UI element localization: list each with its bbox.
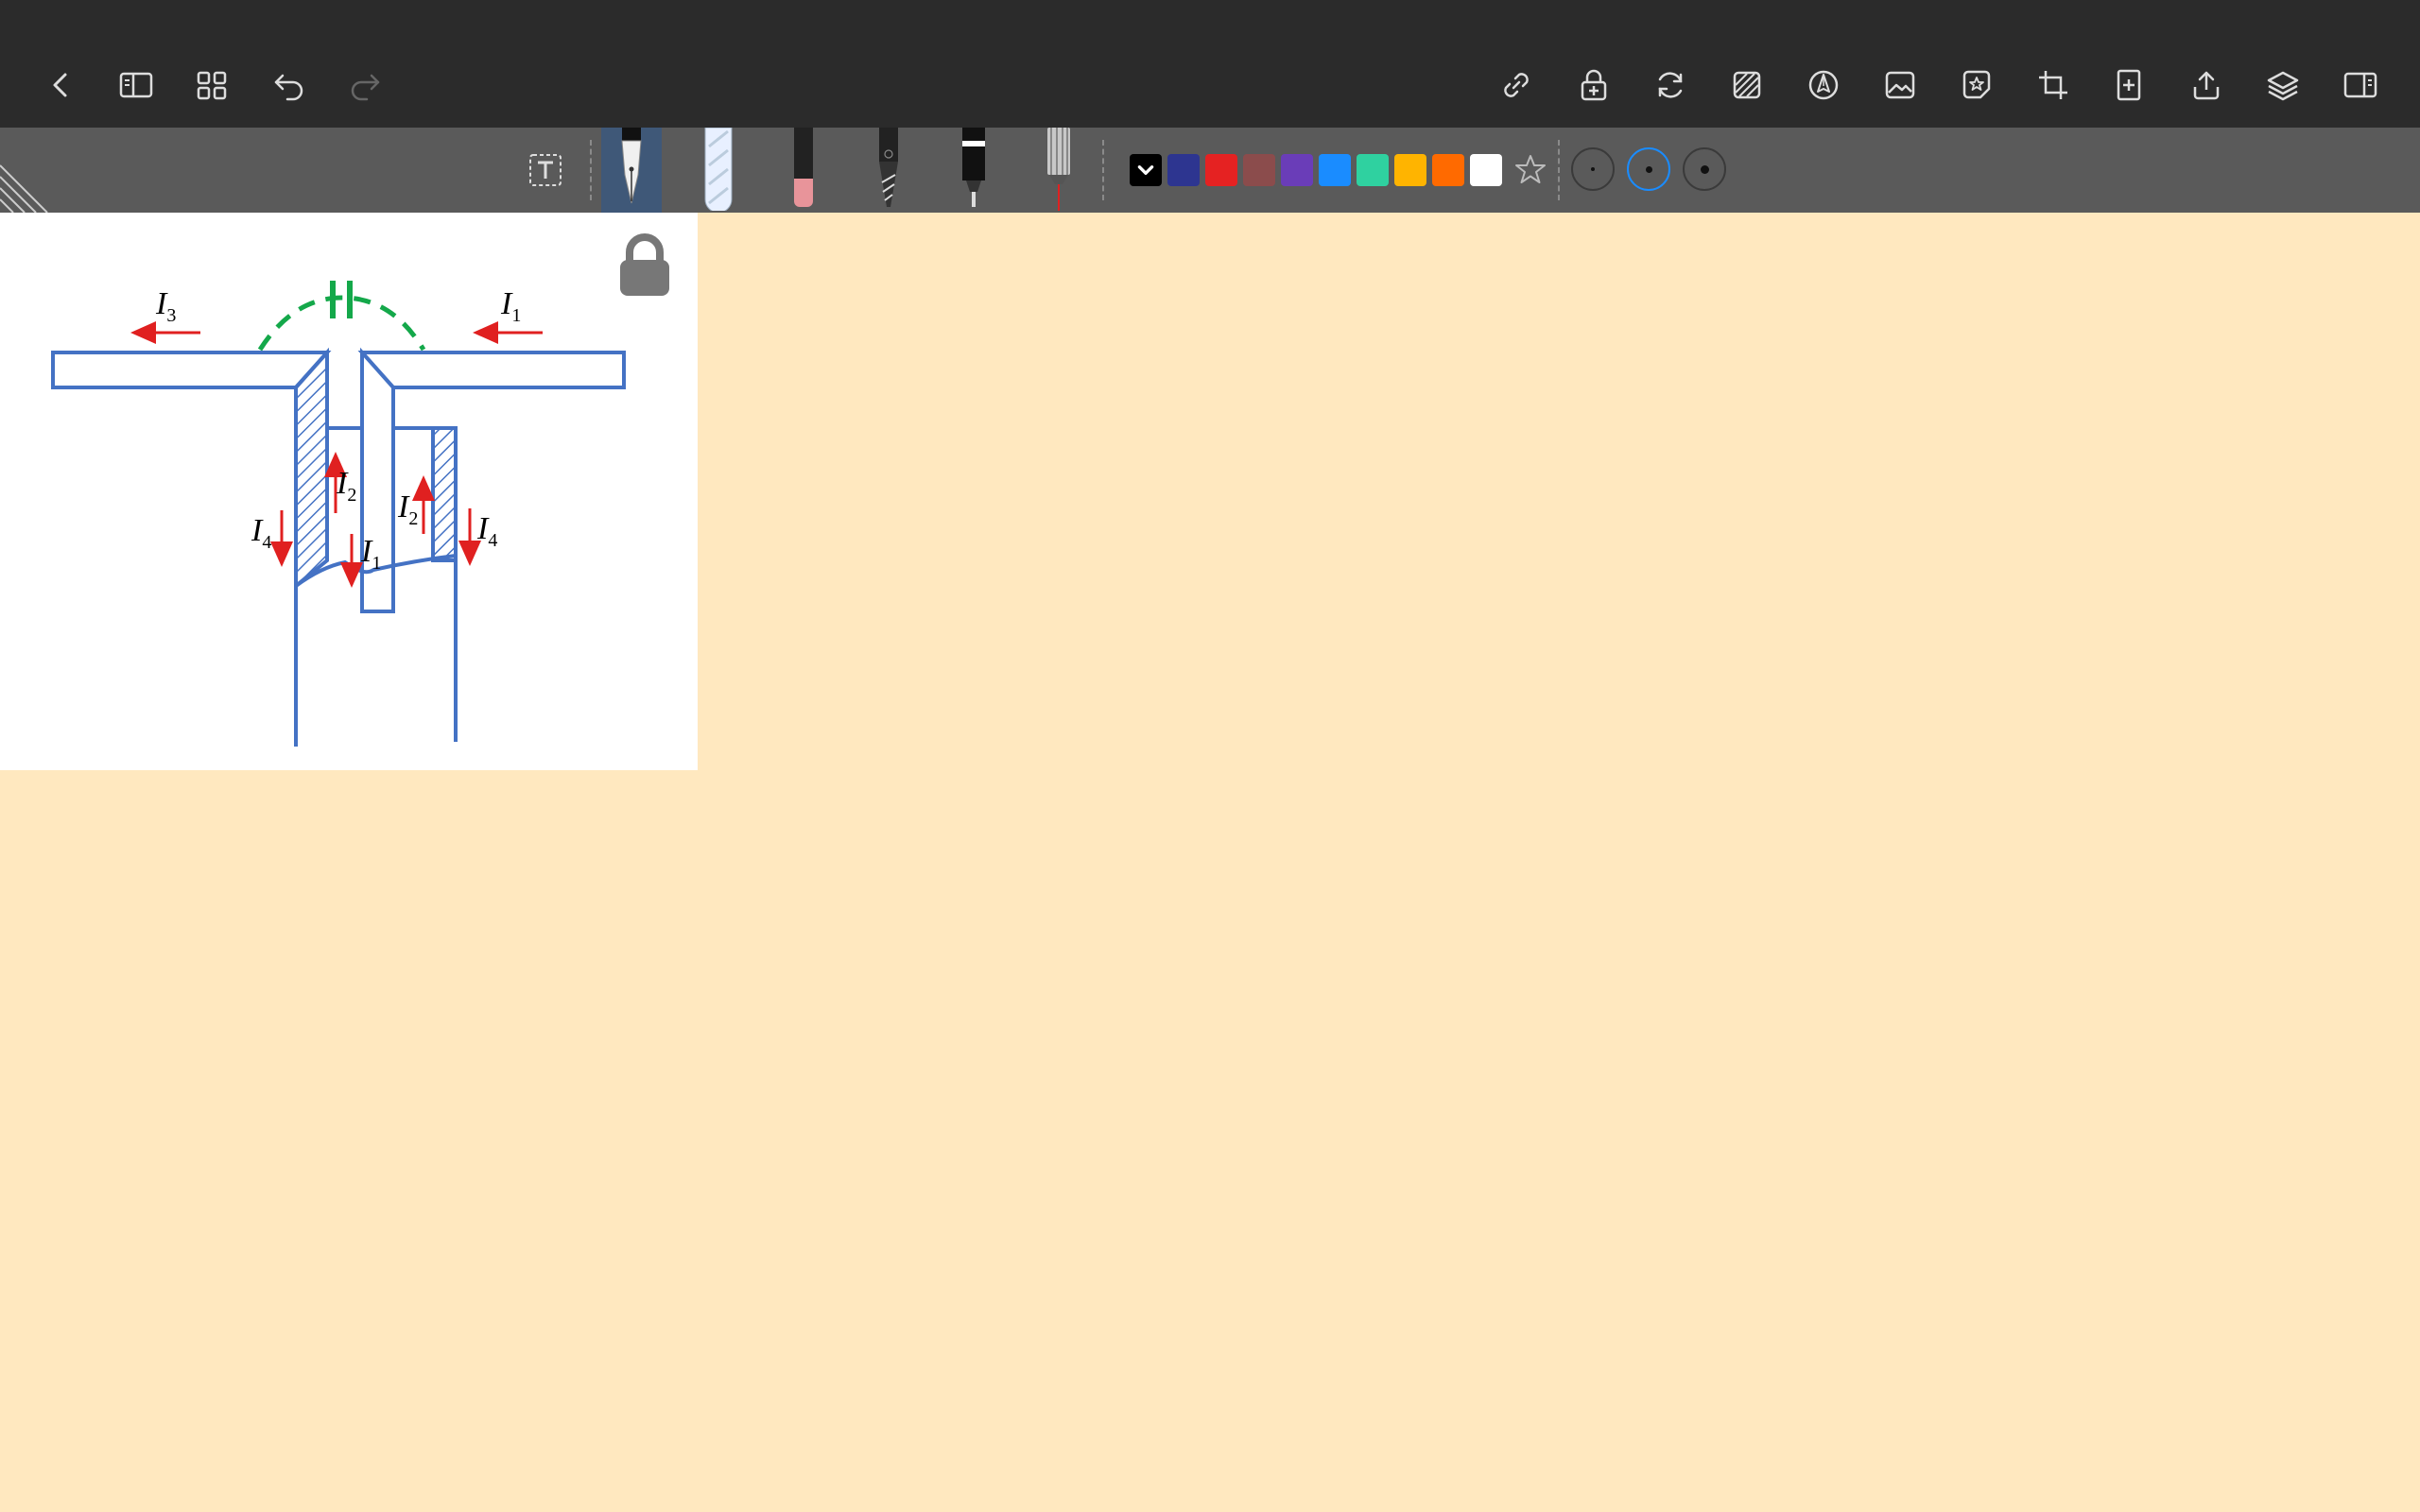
top-bar [0,0,2420,128]
crop-icon [2039,71,2067,99]
grid-button[interactable] [183,57,240,113]
chevron-left-icon [53,73,67,97]
size-dot [1591,167,1595,171]
highlighter-icon [704,128,733,211]
sidebar-left-icon [119,72,153,98]
layers-icon [2267,71,2299,101]
rotate-button[interactable] [1642,57,1699,113]
color-swatch-purple[interactable] [1281,154,1313,186]
current-label-i3: I3 [156,286,177,326]
rotate-icon [1658,72,1683,98]
sidebar-right-icon [2343,72,2377,98]
eraser-tool[interactable] [773,128,834,213]
add-page-icon [2117,69,2141,101]
hatch-icon [1733,71,1761,99]
color-swatch-orange[interactable] [1432,154,1464,186]
left-sleeve [294,347,329,591]
left-plate [51,351,332,389]
current-label-i4-left: I4 [251,513,272,553]
pen-nib-icon [1808,70,1839,100]
brush-pen-tool[interactable] [858,128,919,213]
redo-button[interactable] [337,57,393,113]
current-label-i2-left: I2 [337,466,357,506]
stroke-size-medium[interactable] [1627,147,1670,191]
share-icon [2193,71,2220,100]
back-button[interactable] [32,57,89,113]
laser-pointer-tool[interactable] [1028,128,1089,213]
color-swatch-teal[interactable] [1357,154,1389,186]
laser-pointer-icon [1047,128,1070,211]
chevron-down-icon [1137,165,1154,175]
star-icon [1515,155,1546,183]
stroke-size-large[interactable] [1683,147,1726,191]
fountain-pen-icon [621,128,642,204]
color-swatch-brown[interactable] [1243,154,1275,186]
lock-button[interactable] [614,232,675,300]
marker-icon [962,128,985,207]
brush-pen-icon [879,128,898,207]
right-panel-button[interactable] [2332,57,2389,113]
fountain-pen-tool[interactable] [601,128,662,213]
crop-button[interactable] [2025,57,2082,113]
lock-add-button[interactable] [1565,57,1622,113]
sticker-button[interactable] [1948,57,2005,113]
marker-tool[interactable] [943,128,1004,213]
undo-button[interactable] [261,57,318,113]
color-swatch-yellow[interactable] [1394,154,1426,186]
redo-icon [351,74,380,101]
color-swatch-white[interactable] [1470,154,1502,186]
favorite-color-button[interactable] [1512,151,1549,189]
pen-tool-button[interactable] [1795,57,1852,113]
right-sleeve [431,426,458,562]
text-tool-button[interactable] [527,151,564,189]
size-dot [1645,165,1652,173]
link-icon [1504,73,1529,97]
current-label-i1-top: I1 [501,286,522,326]
toolbar-divider [1558,140,1560,200]
corner-hatch-icon [0,164,48,213]
layers-button[interactable] [2255,57,2311,113]
color-swatch-navy[interactable] [1167,154,1200,186]
share-button[interactable] [2178,57,2235,113]
undo-icon [274,74,303,101]
color-swatch-black[interactable] [1130,154,1162,186]
link-button[interactable] [1488,57,1545,113]
text-tool-icon [529,154,562,186]
capacitor-arc [257,295,426,352]
size-dot [1700,164,1709,174]
color-swatch-blue[interactable] [1319,154,1351,186]
locked-diagram-image[interactable]: I3 I1 I4 I2 I1 I2 I4 [0,213,698,770]
current-label-i1-mid: I1 [361,534,382,574]
toolbar-divider [590,140,592,200]
current-label-i4-right: I4 [477,511,498,551]
color-swatch-red[interactable] [1205,154,1237,186]
sticker-star-icon [1962,70,1991,99]
current-label-i2-right: I2 [398,490,419,529]
image-button[interactable] [1872,57,1928,113]
eraser-icon [794,128,813,207]
right-plate [357,351,626,389]
add-page-button[interactable] [2100,57,2157,113]
pattern-button[interactable] [1719,57,1775,113]
sidebar-button[interactable] [108,57,164,113]
lock-plus-icon [1581,69,1607,101]
toolbar-divider [1102,140,1104,200]
highlighter-tool[interactable] [688,128,749,213]
grid-icon [197,71,227,100]
lock-icon [620,233,669,296]
stroke-size-small[interactable] [1571,147,1615,191]
image-icon [1885,71,1915,99]
